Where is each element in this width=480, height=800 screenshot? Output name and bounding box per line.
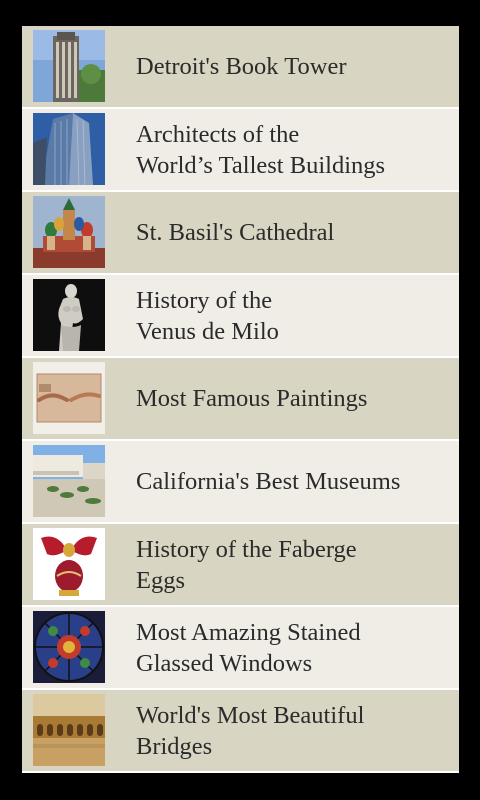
item-title: Architects of the World’s Tallest Buildi… [136,121,386,179]
bridge-photo-icon [33,694,105,766]
item-title: History of the Faberge Eggs [136,536,357,594]
list-item[interactable]: California's Best Museums [22,441,459,522]
museum-photo-icon [33,445,105,517]
item-title: Most Famous Paintings [136,385,368,412]
list-item[interactable]: Most Famous Paintings [22,358,459,439]
item-title: St. Basil's Cathedral [136,219,335,246]
skyscraper-photo-icon [33,113,105,185]
list-item[interactable]: St. Basil's Cathedral [22,192,459,273]
article-list: Detroit's Book Tower Architects of the W… [22,26,459,773]
list-item[interactable]: Most Amazing Stained Glassed Windows [22,607,459,688]
item-title: World's Most Beautiful Bridges [136,702,365,760]
stained-glass-photo-icon [33,611,105,683]
list-item[interactable]: World's Most Beautiful Bridges [22,690,459,771]
cathedral-photo-icon [33,196,105,268]
statue-photo-icon [33,279,105,351]
item-title: Most Amazing Stained Glassed Windows [136,619,361,677]
item-title: California's Best Museums [136,468,401,495]
list-item[interactable]: History of the Faberge Eggs [22,524,459,605]
egg-photo-icon [33,528,105,600]
list-item[interactable]: Detroit's Book Tower [22,26,459,107]
list-item[interactable]: History of the Venus de Milo [22,275,459,356]
tower-photo-icon [33,30,105,102]
list-item[interactable]: Architects of the World’s Tallest Buildi… [22,109,459,190]
item-title: Detroit's Book Tower [136,53,347,80]
item-title: History of the Venus de Milo [136,287,279,345]
painting-photo-icon [33,362,105,434]
